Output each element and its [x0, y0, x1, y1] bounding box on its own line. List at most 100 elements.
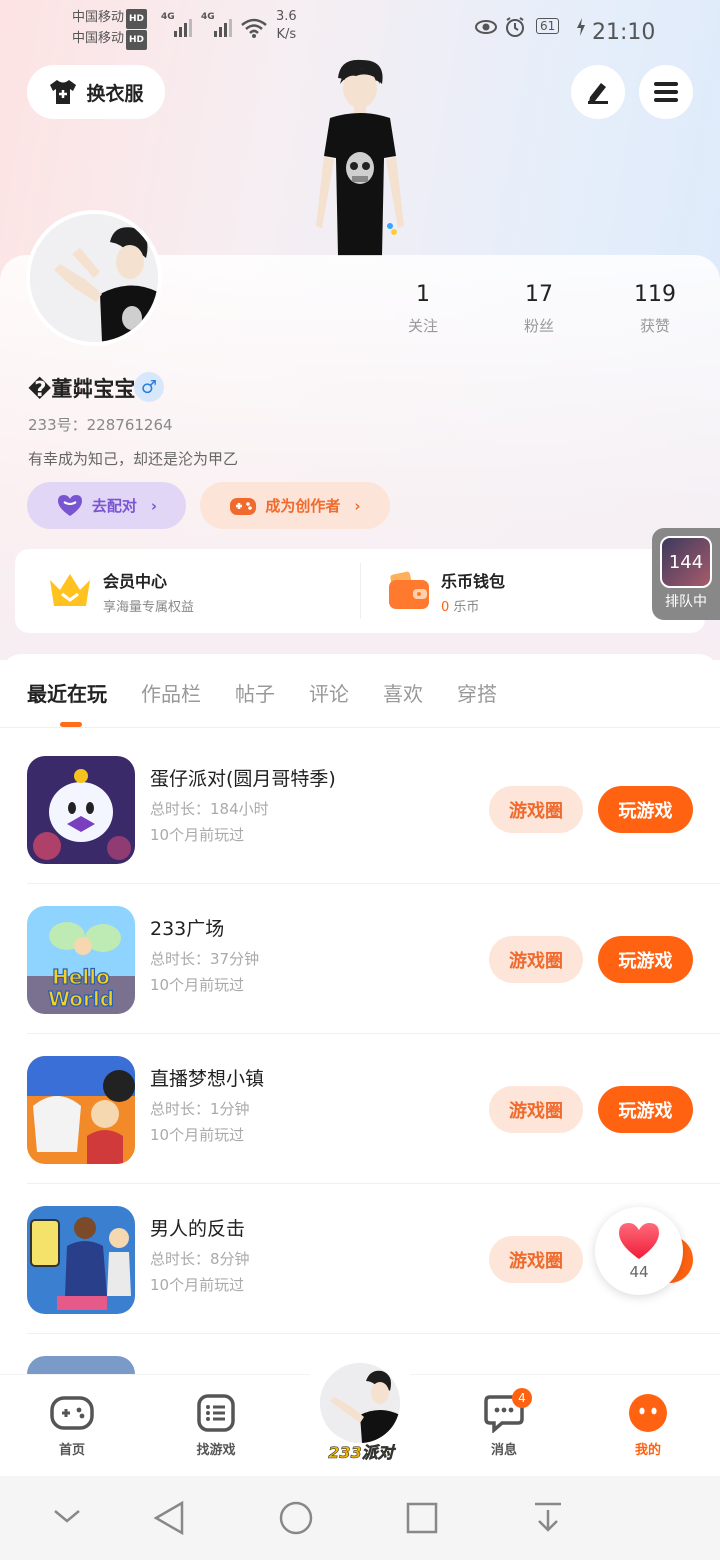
messages-badge: 4 — [512, 1388, 532, 1408]
eye-icon — [475, 20, 497, 34]
game-icon[interactable] — [27, 1056, 135, 1164]
hd-badge: HD — [126, 9, 148, 29]
nav-find-games-label: 找游戏 — [196, 1443, 236, 1458]
carrier-2: 中国移动 — [72, 31, 125, 46]
game-last-played: 10个月前玩过 — [150, 1126, 245, 1144]
chevron-down-icon[interactable] — [52, 1506, 82, 1526]
list-icon — [197, 1394, 235, 1432]
wallet-unit: 乐币 — [453, 599, 480, 615]
wallet-icon — [389, 571, 429, 609]
back-icon[interactable] — [152, 1500, 186, 1536]
carrier-1: 中国移动 — [72, 10, 125, 25]
game-icon[interactable] — [27, 756, 135, 864]
wallet-entry[interactable]: 乐币钱包 0 乐币 — [387, 549, 505, 633]
play-game-button[interactable]: 玩游戏 — [598, 1086, 693, 1133]
avatar-image — [320, 1363, 400, 1443]
game-duration: 总时长：37分钟 — [150, 950, 260, 968]
user-bio: 有幸成为知己，却还是沦为甲乙 — [28, 450, 239, 468]
game-circle-button[interactable]: 游戏圈 — [489, 1236, 583, 1283]
game-icon-eggy-party — [27, 756, 135, 864]
nav-home[interactable]: 首页 — [27, 1393, 117, 1458]
game-icon-live-dream-town — [27, 1056, 135, 1164]
like-floating-button[interactable]: 44 — [595, 1207, 683, 1295]
queue-label: 排队中 — [665, 594, 707, 610]
game-icon[interactable] — [27, 1206, 135, 1314]
bottom-nav: 首页 找游戏 233派对 消息 我的 — [0, 1347, 720, 1476]
stat-likes-label: 获赞 — [639, 317, 670, 335]
game-name: 蛋仔派对(圆月哥特季) — [150, 768, 336, 790]
wifi-icon — [241, 18, 267, 38]
stat-following-label: 关注 — [407, 317, 438, 335]
game-row[interactable]: 直播梦想小镇 总时长：1分钟 10个月前玩过 游戏圈 玩游戏 — [0, 1034, 720, 1184]
user-id-value: 228761264 — [86, 416, 173, 434]
chevron-right-icon: › — [150, 496, 158, 515]
benefits-card: 会员中心 享海量专属权益 乐币钱包 0 乐币 — [15, 549, 705, 633]
tab-divider — [0, 727, 720, 728]
game-circle-button[interactable]: 游戏圈 — [489, 936, 583, 983]
chevron-right-icon: › — [354, 496, 361, 515]
profile-avatar[interactable] — [26, 210, 162, 346]
status-bar: 中国移动 HD 中国移动 HD 4G 4G 3.6 K/s 61 21:10 — [0, 6, 720, 50]
alarm-icon — [506, 17, 524, 37]
game-circle-button[interactable]: 游戏圈 — [489, 786, 583, 833]
stat-fans[interactable]: 17 粉丝 — [499, 282, 579, 336]
shirt-icon — [50, 80, 77, 104]
stat-following-count: 1 — [416, 282, 430, 307]
nav-messages-label: 消息 — [490, 1443, 517, 1458]
divider — [360, 563, 361, 619]
home-circle-icon[interactable] — [278, 1500, 314, 1536]
avatar-image — [30, 214, 158, 342]
queue-widget[interactable]: 144 排队中 — [652, 528, 720, 620]
game-last-played: 10个月前玩过 — [150, 1276, 245, 1294]
match-button[interactable]: 去配对 › — [27, 482, 186, 529]
nav-me[interactable]: 我的 — [603, 1393, 693, 1458]
username: �董茻宝宝. — [28, 377, 144, 401]
change-outfit-button[interactable]: 换衣服 — [27, 65, 165, 119]
system-nav-bar — [0, 1476, 720, 1560]
stat-fans-count: 17 — [525, 282, 553, 307]
nav-center-label[interactable]: 233派对 — [316, 1439, 406, 1463]
game-row[interactable]: Hello World 233广场 总时长：37分钟 10个月前玩过 游戏圈 玩… — [0, 884, 720, 1034]
nav-messages[interactable]: 消息 — [459, 1393, 549, 1458]
tab-recent-played[interactable]: 最近在玩 — [27, 678, 107, 727]
wallet-amount: 0 — [441, 599, 450, 615]
crown-icon — [50, 574, 90, 606]
stat-likes-count: 119 — [634, 282, 676, 307]
heart-icon — [57, 494, 82, 516]
gender-male-icon: ♂ — [134, 372, 164, 402]
stat-likes[interactable]: 119 获赞 — [615, 282, 695, 336]
pencil-icon — [588, 83, 608, 104]
user-id[interactable]: 233号：228761264 — [28, 414, 173, 435]
tab-likes[interactable]: 喜欢 — [383, 678, 423, 707]
menu-button[interactable] — [639, 65, 693, 119]
game-duration: 总时长：8分钟 — [150, 1250, 250, 1268]
edit-profile-button[interactable] — [571, 65, 625, 119]
nav-find-games[interactable]: 找游戏 — [171, 1393, 261, 1458]
play-game-button[interactable]: 玩游戏 — [598, 786, 693, 833]
vip-center-title: 会员中心 — [103, 571, 168, 591]
notification-pulldown-icon[interactable] — [532, 1500, 564, 1536]
tab-posts[interactable]: 帖子 — [235, 678, 275, 707]
tab-outfits[interactable]: 穿搭 — [457, 678, 497, 707]
gamepad-icon — [230, 497, 257, 515]
stat-fans-label: 粉丝 — [523, 317, 554, 335]
hd-badge: HD — [126, 30, 148, 50]
game-circle-button[interactable]: 游戏圈 — [489, 1086, 583, 1133]
game-row[interactable]: 蛋仔派对(圆月哥特季) 总时长：184小时 10个月前玩过 游戏圈 玩游戏 — [0, 734, 720, 884]
nav-center-avatar[interactable] — [320, 1363, 400, 1443]
game-icon[interactable]: Hello World — [27, 906, 135, 1014]
stat-following[interactable]: 1 关注 — [383, 282, 463, 336]
avatar-3d-figure[interactable] — [300, 56, 420, 256]
play-game-button[interactable]: 玩游戏 — [598, 936, 693, 983]
wallet-title: 乐币钱包 — [441, 571, 506, 591]
become-creator-button[interactable]: 成为创作者 › — [200, 482, 390, 529]
game-icon-233-plaza: Hello World — [27, 906, 135, 1014]
game-name: 直播梦想小镇 — [150, 1068, 265, 1090]
tab-comments[interactable]: 评论 — [309, 678, 349, 707]
vip-center-entry[interactable]: 会员中心 享海量专属权益 — [47, 549, 194, 633]
recents-square-icon[interactable] — [405, 1501, 439, 1535]
carrier-info: 中国移动 HD 中国移动 HD — [72, 8, 148, 50]
like-count: 44 — [629, 1263, 649, 1281]
tab-works[interactable]: 作品栏 — [141, 678, 201, 707]
divider — [27, 1333, 720, 1334]
